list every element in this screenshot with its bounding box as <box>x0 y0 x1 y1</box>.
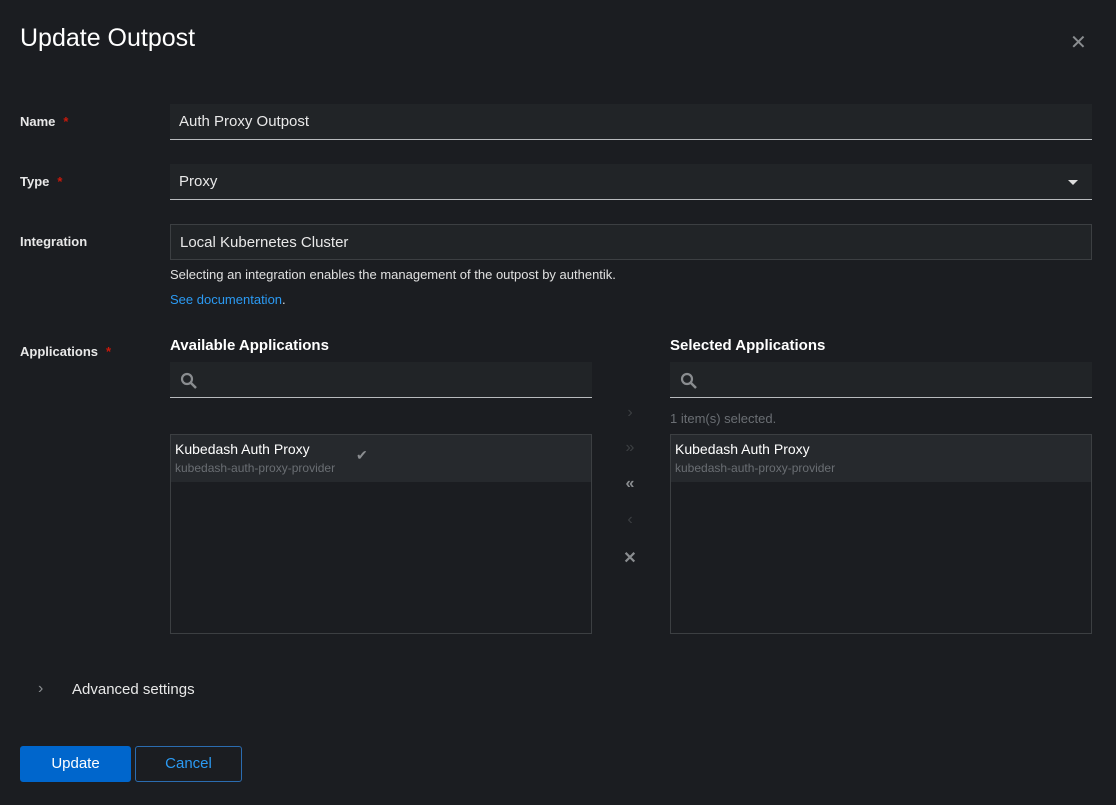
close-icon[interactable]: ✕ <box>1070 30 1087 55</box>
integration-help: Selecting an integration enables the man… <box>170 267 616 282</box>
check-icon: ✔ <box>356 447 368 463</box>
name-input[interactable]: Auth Proxy Outpost <box>170 104 1092 140</box>
see-documentation-link[interactable]: See documentation <box>170 292 282 307</box>
modal-title: Update Outpost <box>20 24 196 52</box>
chevron-down-icon <box>1068 180 1078 185</box>
selected-list: Kubedash Auth Proxy kubedash-auth-proxy-… <box>670 434 1092 634</box>
name-label: Name * <box>20 114 69 129</box>
selected-status: 1 item(s) selected. <box>670 411 777 426</box>
integration-select[interactable]: Local Kubernetes Cluster <box>170 224 1092 260</box>
chevron-right-icon[interactable]: › <box>38 680 43 698</box>
search-icon <box>180 372 197 389</box>
search-icon <box>680 372 697 389</box>
list-item[interactable]: Kubedash Auth Proxy kubedash-auth-proxy-… <box>671 435 1091 482</box>
available-search[interactable] <box>170 362 592 398</box>
type-select[interactable]: Proxy <box>170 164 1092 200</box>
integration-doc: See documentation. <box>170 292 286 307</box>
cancel-button[interactable]: Cancel <box>135 746 242 782</box>
clear-icon[interactable]: ✕ <box>620 548 640 568</box>
selected-title: Selected Applications <box>670 337 826 354</box>
integration-label: Integration <box>20 234 88 249</box>
type-label: Type * <box>20 174 63 189</box>
remove-button[interactable]: ‹ <box>620 511 640 529</box>
advanced-settings-toggle[interactable]: Advanced settings <box>72 681 195 698</box>
applications-label: Applications * <box>20 344 112 359</box>
add-button[interactable]: › <box>620 404 640 422</box>
update-button[interactable]: Update <box>20 746 131 782</box>
available-list: Kubedash Auth Proxy kubedash-auth-proxy-… <box>170 434 592 634</box>
selected-search[interactable] <box>670 362 1092 398</box>
available-title: Available Applications <box>170 337 329 354</box>
add-all-button[interactable]: » <box>620 439 640 457</box>
remove-all-button[interactable]: « <box>620 475 640 493</box>
list-item[interactable]: Kubedash Auth Proxy kubedash-auth-proxy-… <box>171 435 591 482</box>
